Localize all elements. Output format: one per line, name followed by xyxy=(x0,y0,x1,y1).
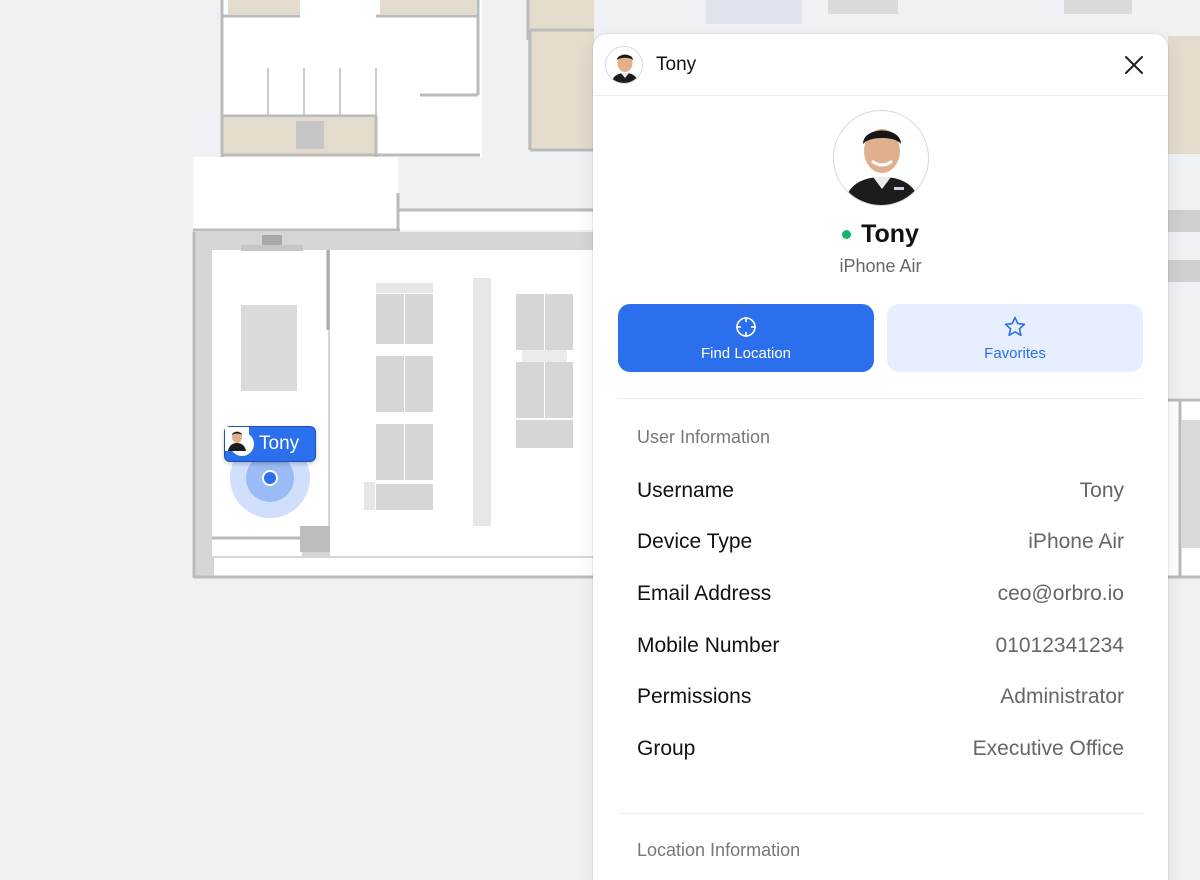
user-information-list: Username Tony Device Type iPhone Air Ema… xyxy=(593,465,1168,775)
info-value: Tony xyxy=(1079,478,1124,502)
find-location-button[interactable]: Find Location xyxy=(618,304,874,372)
user-detail-panel: Tony Tony iPhone Air Find Location Favor… xyxy=(593,34,1168,880)
info-label: Device Type xyxy=(637,530,753,554)
info-row-device-type: Device Type iPhone Air xyxy=(637,517,1124,569)
user-information-title: User Information xyxy=(637,427,771,447)
info-value: 01012341234 xyxy=(995,633,1124,657)
marker-label-text: Tony xyxy=(259,433,300,454)
online-status-dot xyxy=(842,230,852,239)
profile-name: Tony xyxy=(861,220,919,248)
info-row-username: Username Tony xyxy=(637,465,1124,517)
location-information-title: Location Information xyxy=(637,839,801,860)
avatar xyxy=(605,45,643,84)
avatar xyxy=(225,427,254,456)
crosshair-icon xyxy=(736,316,756,337)
profile-name-row: Tony xyxy=(842,220,919,249)
profile-device: iPhone Air xyxy=(839,256,922,276)
favorites-button[interactable]: Favorites xyxy=(887,304,1143,372)
info-label: Username xyxy=(637,478,734,502)
user-map-marker[interactable]: Tony xyxy=(224,426,316,462)
star-icon xyxy=(1004,316,1026,336)
action-buttons: Find Location Favorites xyxy=(593,304,1168,372)
avatar xyxy=(832,110,929,206)
info-label: Mobile Number xyxy=(637,633,780,657)
info-label: Email Address xyxy=(637,581,772,605)
info-label: Group xyxy=(637,736,696,760)
close-icon xyxy=(1125,56,1143,74)
profile-section: Tony iPhone Air xyxy=(593,96,1168,277)
info-row-permissions: Permissions Administrator xyxy=(637,671,1124,723)
close-button[interactable] xyxy=(1120,51,1148,79)
info-label: Permissions xyxy=(637,685,752,709)
find-location-label: Find Location xyxy=(700,344,792,362)
info-row-mobile: Mobile Number 01012341234 xyxy=(637,620,1124,672)
info-value: Administrator xyxy=(1000,685,1124,709)
header-user-name: Tony xyxy=(656,53,697,75)
favorites-label: Favorites xyxy=(984,344,1046,362)
info-row-group: Group Executive Office xyxy=(637,723,1124,775)
divider xyxy=(618,812,1143,814)
info-value: iPhone Air xyxy=(1028,530,1124,554)
panel-header: Tony xyxy=(593,34,1168,96)
divider xyxy=(618,398,1143,399)
info-row-email: Email Address ceo@orbro.io xyxy=(637,568,1124,620)
info-value: Executive Office xyxy=(972,736,1124,760)
info-value: ceo@orbro.io xyxy=(997,581,1124,605)
